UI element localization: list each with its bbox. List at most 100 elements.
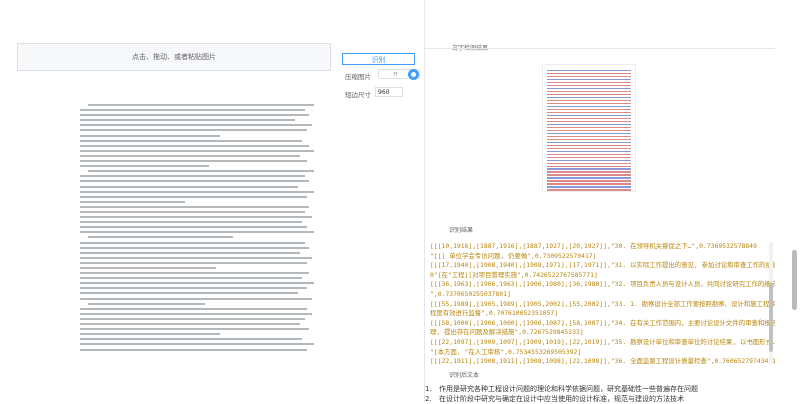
document-text-line	[80, 180, 310, 183]
document-text-line	[80, 190, 314, 193]
page-scrollbar[interactable]	[792, 250, 797, 310]
detected-text-box	[547, 180, 631, 182]
detected-text-box	[547, 144, 631, 146]
detected-text-box	[547, 78, 631, 81]
document-text-line	[88, 104, 314, 106]
detected-text-box	[547, 117, 631, 120]
input-panel: 点击、拖动、或者粘贴图片	[0, 0, 333, 402]
detected-text-box	[547, 135, 631, 138]
compress-label: 压缩图片	[345, 73, 371, 81]
text-result-output: 1. 作用是研究各种工程设计问题的理论和科学依据问题，研究基础性一些普遍存在问题 2…	[425, 384, 775, 404]
image-upload-dropzone[interactable]: 点击、拖动、或者粘贴图片	[17, 43, 331, 71]
recognize-button[interactable]: 识别	[342, 53, 415, 65]
document-text-line	[88, 302, 205, 305]
document-text-line	[80, 114, 310, 117]
detected-text-box	[547, 183, 631, 185]
short-side-label: 短边尺寸	[345, 91, 371, 99]
detected-text-box	[547, 153, 631, 155]
detected-text-box	[547, 126, 631, 129]
detected-text-box	[547, 120, 631, 123]
detected-text-box	[547, 138, 631, 141]
document-text-line	[80, 287, 307, 290]
document-text-line	[80, 328, 310, 331]
detected-text-box	[547, 96, 631, 99]
document-text-line	[80, 307, 307, 310]
document-text-line	[80, 277, 303, 280]
uploaded-document-preview	[80, 104, 314, 360]
document-text-line	[80, 338, 303, 341]
document-text-line	[80, 195, 307, 198]
document-text-line	[80, 129, 307, 132]
document-text-line	[80, 267, 216, 269]
json-line: 0"[在"工程][对项目管理实施",0.7426522767585771]	[430, 270, 598, 279]
json-line: 理, 提出存在问题及解决措施",0.7267529845233]	[430, 328, 584, 337]
json-line: "[本方面, "在人工审核",0.7534553269505392]	[430, 347, 582, 356]
document-text-line	[80, 175, 305, 178]
detected-text-box	[547, 189, 631, 191]
detected-text-box	[547, 171, 631, 173]
document-text-line	[80, 231, 314, 234]
json-scrollbar[interactable]	[769, 242, 773, 364]
document-text-line	[80, 333, 221, 336]
json-result-title: 识别结果	[449, 227, 474, 234]
document-text-line	[80, 185, 298, 188]
json-scrollbar-thumb[interactable]	[769, 282, 773, 352]
document-text-line	[80, 256, 312, 259]
detected-text-box	[547, 102, 631, 105]
json-line: "[[[ 单位学会专访问题, 仍要做",0.7309522570417]	[430, 251, 597, 260]
document-text-line	[80, 241, 305, 244]
document-text-line	[80, 312, 312, 315]
json-line: [[[17,1940],[1908,1940],[1908,1971],[17,…	[430, 261, 775, 270]
json-line: [[[22,1097],[1909,1097],[1909,1019],[22,…	[430, 337, 775, 346]
text-line: 1. 作用是研究各种工程设计问题的理论和科学依据问题，研究基础性一些普遍存在问题	[425, 384, 775, 394]
detected-text-box	[547, 150, 631, 152]
detected-text-box	[547, 93, 631, 96]
json-line: [[[55,1989],[1905,1989],[1905,2002],[55,…	[430, 299, 775, 308]
detected-text-box	[547, 81, 631, 84]
document-text-line	[88, 236, 234, 239]
detected-text-box	[547, 123, 631, 126]
json-line: [[[36,1963],[1906,1963],[1906,1980],[36,…	[430, 280, 775, 289]
document-text-line	[80, 343, 314, 346]
document-text-line	[80, 246, 310, 249]
document-text-line	[80, 134, 221, 137]
detected-text-box	[547, 162, 631, 164]
document-text-line	[80, 200, 186, 203]
document-text-line	[80, 221, 303, 224]
document-text-line	[80, 139, 303, 142]
compress-toggle-text: 开	[393, 72, 399, 78]
document-text-line	[80, 144, 310, 147]
detected-text-box	[547, 105, 631, 108]
text-result-title: 识别后文本	[449, 372, 480, 379]
detected-text-box	[547, 159, 631, 161]
document-text-line	[80, 348, 307, 351]
detected-text-box	[547, 186, 631, 188]
document-text-line	[80, 205, 310, 208]
document-text-line	[80, 317, 305, 320]
detected-text-box	[547, 147, 631, 149]
compress-toggle[interactable]: 开	[378, 69, 420, 80]
detected-text-box	[547, 177, 631, 179]
detected-text-box	[547, 132, 631, 135]
json-line: [[[10,1916],[1887,1916],[1887,1927],[20,…	[430, 242, 757, 250]
document-text-line	[80, 297, 312, 300]
detected-text-box	[547, 129, 631, 132]
json-line: 程度有效进行监督",0.707610052351057]	[430, 309, 559, 318]
document-text-line	[80, 165, 209, 168]
short-side-input[interactable]	[375, 87, 403, 97]
detected-text-box	[547, 168, 631, 170]
document-text-line	[80, 272, 310, 275]
title-divider	[425, 48, 775, 49]
detected-text-box	[547, 156, 631, 158]
json-result-output[interactable]: [[[10,1916],[1887,1916],[1887,1927],[20,…	[425, 242, 775, 364]
detected-text-box	[547, 141, 631, 144]
detected-text-box	[547, 90, 631, 93]
text-line-number: 1.	[425, 385, 432, 393]
document-text-line	[80, 282, 314, 285]
json-line: [[[58,1000],[1906,1000],[1906,1087],[58,…	[430, 318, 775, 327]
detected-text-box	[547, 174, 631, 176]
document-text-line	[80, 323, 300, 326]
upload-label: 点击、拖动、或者粘贴图片	[132, 53, 216, 61]
detected-text-box	[547, 114, 631, 117]
document-text-line	[80, 119, 296, 122]
